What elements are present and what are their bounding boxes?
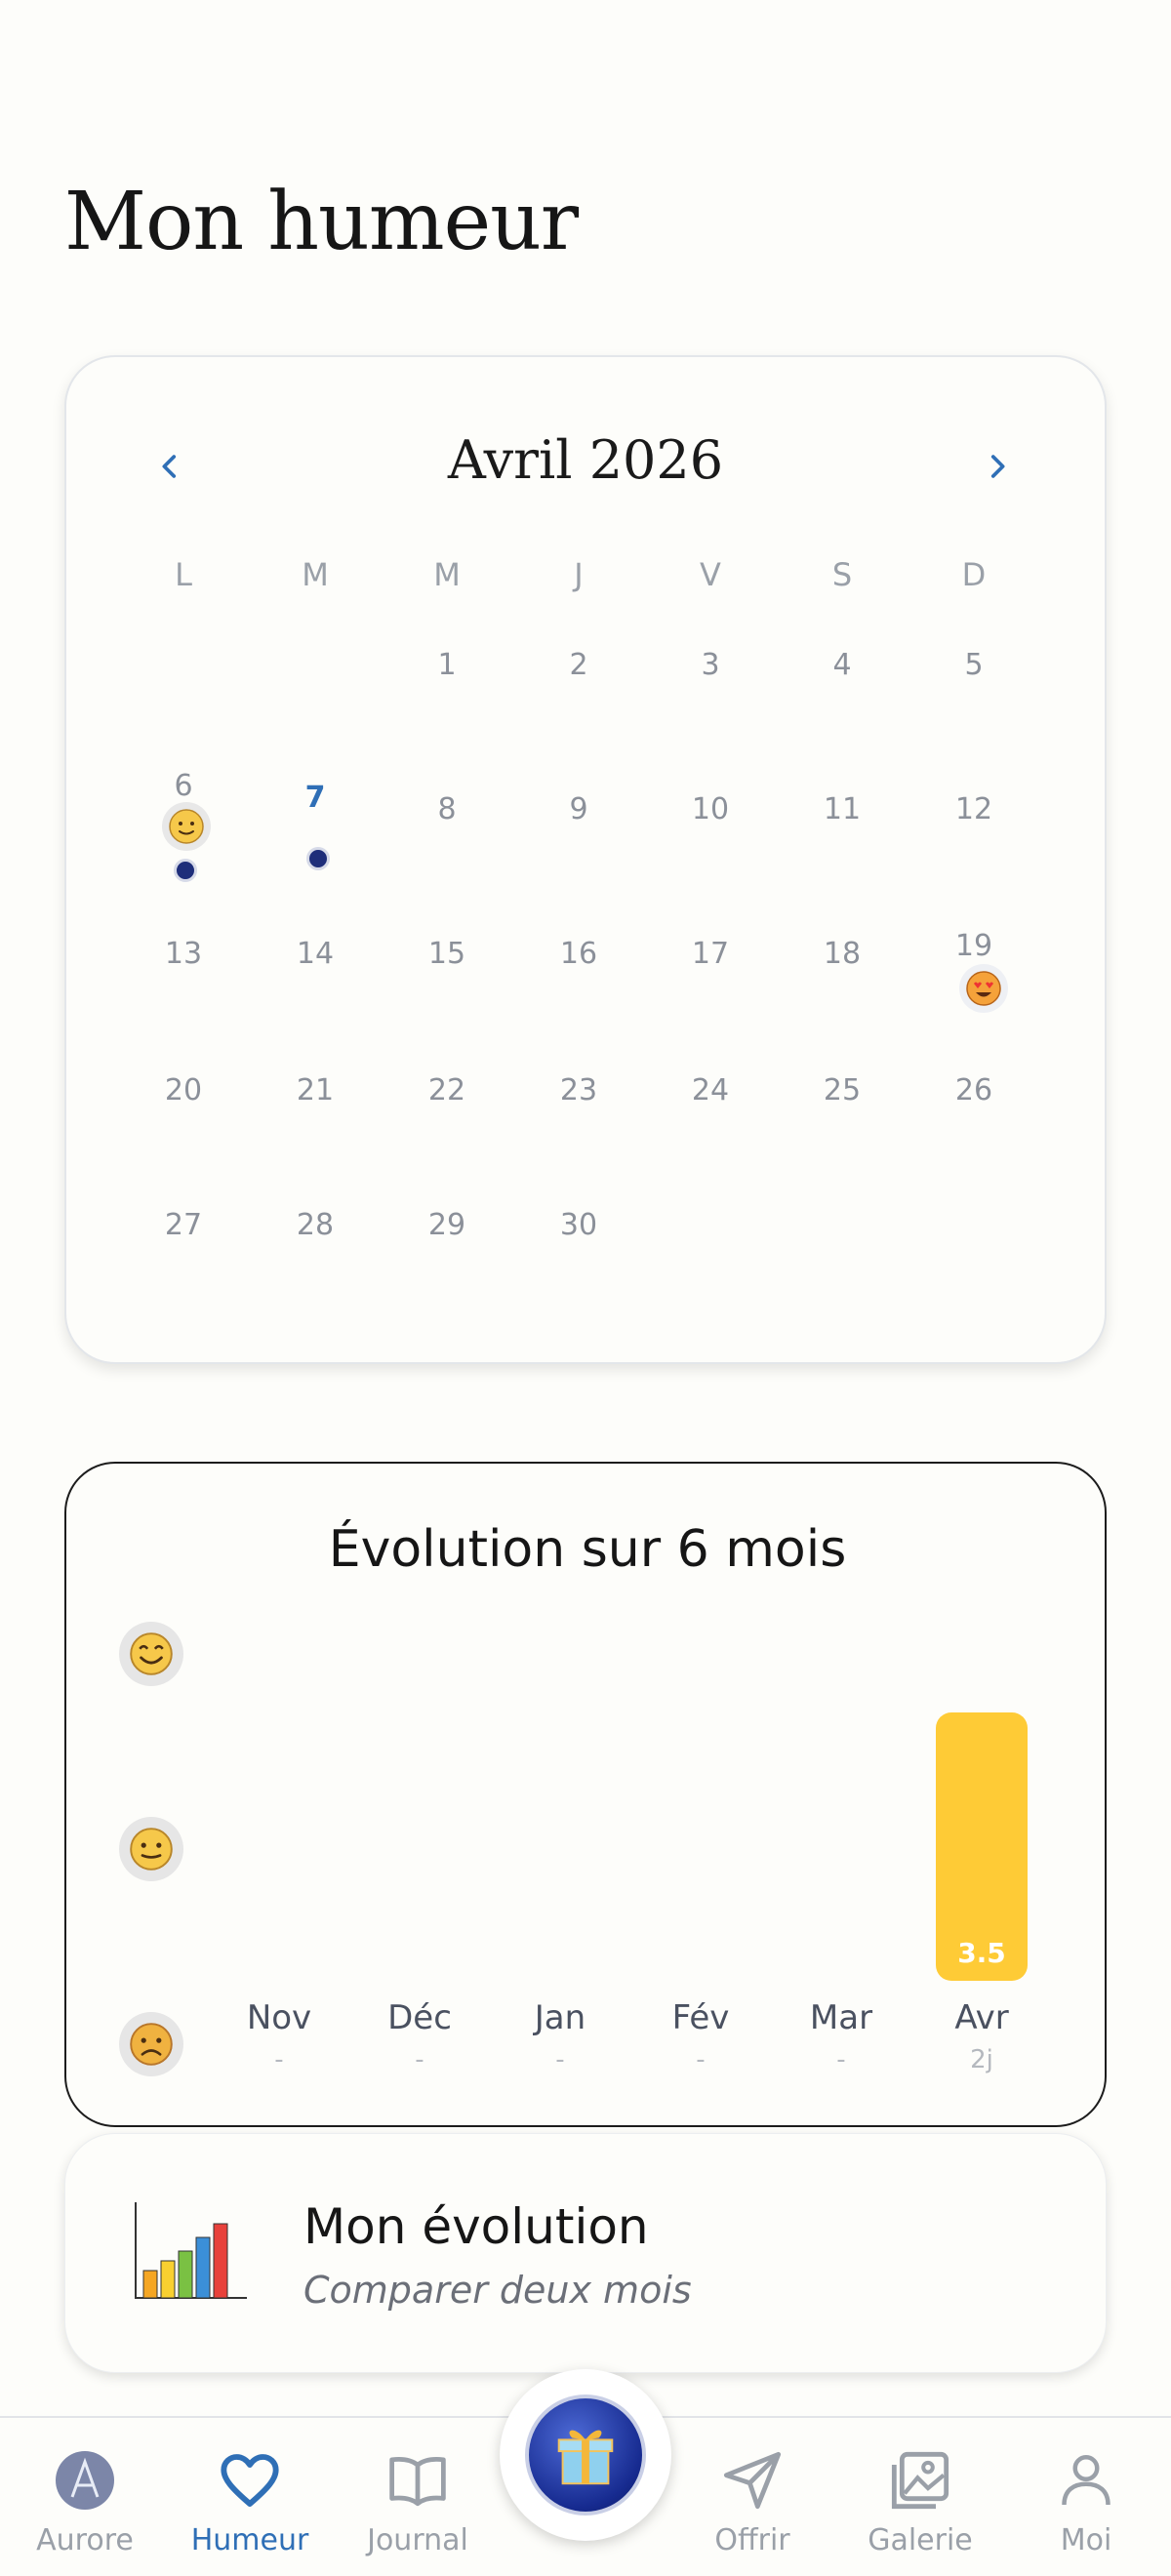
- weekday-header: L: [175, 556, 192, 593]
- bar-value-label: 3.5: [957, 1937, 1006, 1969]
- calendar-day-18[interactable]: 18: [784, 937, 901, 971]
- tab-label: Humeur: [190, 2523, 309, 2557]
- happy-face-icon: [119, 1622, 183, 1686]
- calendar-day-21[interactable]: 21: [257, 1073, 374, 1107]
- calendar-day-27[interactable]: 27: [125, 1208, 242, 1242]
- month-title: Avril 2026: [447, 429, 724, 491]
- bar-chart-icon: [135, 2202, 247, 2299]
- calendar-day-5[interactable]: 5: [915, 648, 1032, 682]
- tab-label: Galerie: [868, 2523, 973, 2557]
- neutral-smile-icon: [162, 802, 211, 851]
- calendar-day-14[interactable]: 14: [257, 937, 374, 971]
- calendar-day-8[interactable]: 8: [388, 792, 505, 826]
- x-axis-label: Avr: [954, 1998, 1009, 2037]
- x-axis-sublabel: -: [415, 2045, 424, 2074]
- x-axis-label: Jan: [534, 1998, 586, 2037]
- calendar-day-30[interactable]: 30: [520, 1208, 637, 1242]
- x-axis-sublabel: -: [555, 2045, 565, 2074]
- tab-label: Journal: [367, 2523, 468, 2557]
- calendar-day-4[interactable]: 4: [784, 648, 901, 682]
- user-icon: [1051, 2445, 1121, 2516]
- x-axis-sublabel: -: [836, 2045, 846, 2074]
- calendar-day-25[interactable]: 25: [784, 1073, 901, 1107]
- chart-title: Évolution sur 6 mois: [328, 1520, 847, 1579]
- calendar-day-19[interactable]: 19: [915, 929, 1032, 963]
- weekday-header: S: [831, 556, 853, 593]
- next-month-button[interactable]: [968, 437, 1027, 496]
- x-axis-sublabel: -: [274, 2045, 284, 2074]
- gift-button[interactable]: [500, 2369, 671, 2541]
- calendar-day-17[interactable]: 17: [652, 937, 769, 971]
- x-axis-label: Fév: [671, 1998, 730, 2037]
- evolution-title: Mon évolution: [303, 2198, 649, 2255]
- mood-chart-card: Évolution sur 6 mois Nov - Déc - Jan - Fév - Mar…: [64, 1462, 1107, 2127]
- weekday-header: M: [433, 556, 461, 593]
- chart-bar: 3.5: [936, 1712, 1028, 1981]
- gift-icon: [525, 2395, 646, 2516]
- tab-label: Aurore: [36, 2523, 134, 2557]
- calendar-day-13[interactable]: 13: [125, 937, 242, 971]
- heart-eyes-icon: [959, 964, 1008, 1013]
- gift-marker-icon: [174, 859, 197, 882]
- gallery-icon: [885, 2445, 955, 2516]
- x-axis-sublabel: 2j: [970, 2045, 993, 2074]
- calendar-day-12[interactable]: 12: [915, 792, 1032, 826]
- x-axis-label: Mar: [809, 1998, 873, 2037]
- sad-face-icon: [119, 2012, 183, 2076]
- send-icon: [717, 2445, 787, 2516]
- calendar-day-26[interactable]: 26: [915, 1073, 1032, 1107]
- calendar-day-22[interactable]: 22: [388, 1073, 505, 1107]
- chevron-left-icon: [162, 455, 177, 478]
- tab-humeur[interactable]: Humeur: [177, 2418, 323, 2576]
- evolution-card[interactable]: Mon évolution Comparer deux mois: [64, 2133, 1107, 2373]
- calendar-day-24[interactable]: 24: [652, 1073, 769, 1107]
- neutral-face-icon: [119, 1817, 183, 1881]
- evolution-subtitle: Comparer deux mois: [303, 2269, 692, 2312]
- calendar-day-3[interactable]: 3: [652, 648, 769, 682]
- page-title: Mon humeur: [64, 176, 579, 268]
- calendar-day-23[interactable]: 23: [520, 1073, 637, 1107]
- tab-galerie[interactable]: Galerie: [847, 2418, 993, 2576]
- calendar-day-15[interactable]: 15: [388, 937, 505, 971]
- calendar-day-1[interactable]: 1: [388, 648, 505, 682]
- calendar-day-10[interactable]: 10: [652, 792, 769, 826]
- tab-moi[interactable]: Moi: [1013, 2418, 1159, 2576]
- x-axis-sublabel: -: [696, 2045, 706, 2074]
- x-axis-label: Déc: [387, 1998, 452, 2037]
- weekday-header: V: [700, 556, 721, 593]
- calendar-day-29[interactable]: 29: [388, 1208, 505, 1242]
- weekday-header: J: [574, 556, 584, 593]
- heart-icon: [215, 2445, 285, 2516]
- aurore-logo-icon: [50, 2445, 120, 2516]
- calendar-day-2[interactable]: 2: [520, 648, 637, 682]
- calendar-day-20[interactable]: 20: [125, 1073, 242, 1107]
- calendar-day-16[interactable]: 16: [520, 937, 637, 971]
- calendar-day-9[interactable]: 9: [520, 792, 637, 826]
- calendar-day-6[interactable]: 6: [125, 769, 242, 803]
- tab-offrir[interactable]: Offrir: [679, 2418, 826, 2576]
- tab-journal[interactable]: Journal: [344, 2418, 491, 2576]
- x-axis-label: Nov: [246, 1998, 312, 2037]
- calendar-day-7[interactable]: 7: [257, 781, 374, 815]
- weekday-header: M: [302, 556, 329, 593]
- tab-label: Offrir: [714, 2523, 790, 2557]
- tab-label: Moi: [1060, 2523, 1112, 2557]
- book-icon: [383, 2445, 453, 2516]
- chevron-right-icon: [990, 455, 1005, 478]
- calendar-day-28[interactable]: 28: [257, 1208, 374, 1242]
- tab-aurore[interactable]: Aurore: [12, 2418, 158, 2576]
- weekday-header: D: [961, 556, 987, 593]
- calendar-day-11[interactable]: 11: [784, 792, 901, 826]
- gift-marker-icon: [306, 847, 330, 870]
- previous-month-button[interactable]: [141, 437, 199, 496]
